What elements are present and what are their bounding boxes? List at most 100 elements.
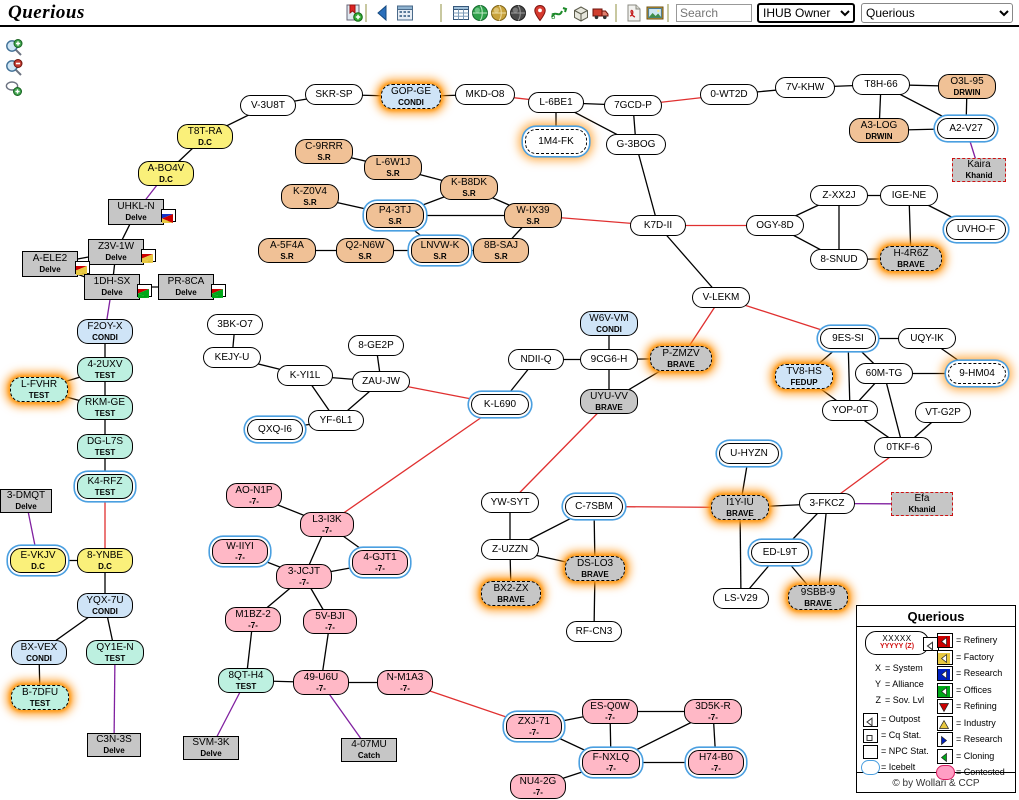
map-node-bx-vex[interactable]: BX-VEXCONDI bbox=[11, 640, 67, 665]
map-node-zau-jw[interactable]: ZAU-JW bbox=[352, 371, 410, 392]
map-node-3bk-o7[interactable]: 3BK-O7 bbox=[207, 314, 263, 335]
map-node-8qt-h4[interactable]: 8QT-H4TEST bbox=[218, 668, 274, 693]
map-node-qy1e-n[interactable]: QY1E-NTEST bbox=[86, 640, 144, 665]
search-input[interactable] bbox=[676, 4, 752, 22]
map-node-ed-l9t[interactable]: ED-L9T bbox=[751, 542, 809, 563]
station-service-flag-icon[interactable] bbox=[161, 209, 176, 222]
map-node-uvho-f[interactable]: UVHO-F bbox=[946, 219, 1006, 240]
map-node-k-yi1l[interactable]: K-YI1L bbox=[277, 365, 333, 386]
map-node-ige-ne[interactable]: IGE-NE bbox=[880, 185, 938, 206]
map-node-3d5k-r[interactable]: 3D5K-R-7- bbox=[684, 699, 742, 724]
map-node-9cg6-h[interactable]: 9CG6-H bbox=[580, 349, 638, 370]
map-node-yw-syt[interactable]: YW-SYT bbox=[481, 492, 539, 513]
map-node-8b-saj[interactable]: 8B-SAJS.R bbox=[473, 238, 529, 263]
map-node-z3v-1w[interactable]: Z3V-1WDelve bbox=[88, 239, 144, 265]
map-node-c3n-3s[interactable]: C3N-3SDelve bbox=[87, 733, 141, 757]
map-node-m1bz-2[interactable]: M1BZ-2-7- bbox=[225, 607, 281, 632]
map-node-t8h-66[interactable]: T8H-66 bbox=[852, 74, 910, 95]
globe-dark-icon[interactable] bbox=[509, 4, 527, 22]
map-node-zxj-71[interactable]: ZXJ-71-7- bbox=[506, 714, 562, 739]
map-node-yf-6l1[interactable]: YF-6L1 bbox=[308, 410, 364, 431]
map-node-a2-v27[interactable]: A2-V27 bbox=[937, 118, 995, 139]
map-node-rf-cn3[interactable]: RF-CN3 bbox=[566, 621, 622, 642]
map-node-9sbb-9[interactable]: 9SBB-9BRAVE bbox=[788, 585, 848, 610]
map-node-rkm-ge[interactable]: RKM-GETEST bbox=[77, 395, 133, 420]
map-node-5v-bji[interactable]: 5V-BJI-7- bbox=[303, 609, 357, 634]
map-pin-icon[interactable] bbox=[531, 4, 549, 22]
map-node-k-b8dk[interactable]: K-B8DKS.R bbox=[440, 175, 498, 200]
table-icon[interactable] bbox=[452, 4, 470, 22]
map-node-w-iiyi[interactable]: W-IIYI-7- bbox=[212, 539, 268, 564]
map-node-h-4r6z[interactable]: H-4R6ZBRAVE bbox=[880, 246, 942, 271]
map-node-lnvw-k[interactable]: LNVW-KS.R bbox=[411, 238, 469, 263]
map-node-pr-8ca[interactable]: PR-8CADelve bbox=[158, 274, 214, 300]
map-node-l-fvhr[interactable]: L-FVHRTEST bbox=[10, 377, 68, 402]
map-node-ao-n1p[interactable]: AO-N1P-7- bbox=[226, 483, 282, 508]
map-node-i1y-iu[interactable]: I1Y-IUBRAVE bbox=[711, 495, 769, 520]
map-node-h74-b0[interactable]: H74-B0-7- bbox=[688, 750, 744, 775]
map-node-0-wt2d[interactable]: 0-WT2D bbox=[700, 84, 758, 105]
map-node-f2oy-x[interactable]: F2OY-XCONDI bbox=[77, 319, 133, 344]
map-node-kejy-u[interactable]: KEJY-U bbox=[203, 347, 261, 368]
map-node-8-snud[interactable]: 8-SNUD bbox=[810, 249, 868, 270]
map-node-o3l-95[interactable]: O3L-95DRWIN bbox=[938, 74, 996, 99]
map-node-uyu-vv[interactable]: UYU-VVBRAVE bbox=[580, 389, 638, 414]
map-node-k-l690[interactable]: K-L690 bbox=[471, 394, 529, 415]
map-node-bx2-zx[interactable]: BX2-ZXBRAVE bbox=[481, 581, 541, 606]
add-bookmark-icon[interactable] bbox=[345, 4, 363, 22]
map-node-a-ele2[interactable]: A-ELE2Delve bbox=[22, 251, 78, 277]
map-node-yqx-7u[interactable]: YQX-7UCONDI bbox=[77, 593, 133, 618]
map-node-k-z0v4[interactable]: K-Z0V4S.R bbox=[281, 184, 339, 209]
map-node-w-ix39[interactable]: W-IX39S.R bbox=[504, 203, 562, 228]
map-node-a3-log[interactable]: A3-LOGDRWIN bbox=[849, 118, 909, 143]
map-node-c-9rrr[interactable]: C-9RRRS.R bbox=[295, 139, 353, 164]
package-icon[interactable] bbox=[572, 4, 590, 22]
map-node-kaira[interactable]: KairaKhanid bbox=[952, 158, 1006, 182]
map-node-ogy-8d[interactable]: OGY-8D bbox=[746, 215, 804, 236]
map-node-e-vkjv[interactable]: E-VKJVD.C bbox=[10, 548, 66, 573]
map-node-ndii-q[interactable]: NDII-Q bbox=[508, 349, 564, 370]
truck-icon[interactable] bbox=[592, 4, 610, 22]
map-node-7v-khw[interactable]: 7V-KHW bbox=[775, 77, 835, 98]
map-node-mkd-o8[interactable]: MKD-O8 bbox=[455, 84, 515, 105]
image-icon[interactable] bbox=[646, 4, 664, 22]
map-node-uqy-ik[interactable]: UQY-IK bbox=[898, 328, 956, 349]
map-node-a-5f4a[interactable]: A-5F4AS.R bbox=[258, 238, 316, 263]
map-node-3-fkcz[interactable]: 3-FKCZ bbox=[799, 493, 855, 514]
map-node-l-6be1[interactable]: L-6BE1 bbox=[528, 92, 584, 113]
map-node-es-q0w[interactable]: ES-Q0W-7- bbox=[582, 699, 638, 724]
map-node-z-uzzn[interactable]: Z-UZZN bbox=[481, 539, 539, 560]
map-node-f-nxlq[interactable]: F-NXLQ-7- bbox=[582, 750, 640, 775]
map-node-v-lekm[interactable]: V-LEKM bbox=[692, 287, 750, 308]
map-node-3-dmqt[interactable]: 3-DMQTDelve bbox=[0, 489, 52, 513]
station-service-flag-icon[interactable] bbox=[137, 284, 152, 297]
map-node-b-7dfu[interactable]: B-7DFUTEST bbox=[11, 685, 69, 710]
map-node-4-gjt1[interactable]: 4-GJT1-7- bbox=[352, 550, 408, 575]
station-service-flag-icon[interactable] bbox=[75, 261, 90, 274]
map-node-8-ge2p[interactable]: 8-GE2P bbox=[348, 335, 404, 356]
map-node-svm-3k[interactable]: SVM-3KDelve bbox=[183, 736, 239, 760]
map-node-skr-sp[interactable]: SKR-SP bbox=[305, 84, 363, 105]
map-node-k7d-ii[interactable]: K7D-II bbox=[630, 215, 686, 236]
station-service-flag-icon[interactable] bbox=[211, 284, 226, 297]
globe-green-icon[interactable] bbox=[471, 4, 489, 22]
map-node-1m4-fk[interactable]: 1M4-FK bbox=[525, 129, 587, 154]
map-node-8-ynbe[interactable]: 8-YNBED.C bbox=[77, 548, 133, 573]
map-node-p-zmzv[interactable]: P-ZMZVBRAVE bbox=[650, 346, 712, 371]
map-node-efa[interactable]: EfaKhanid bbox=[891, 492, 953, 516]
map-node-a-bo4v[interactable]: A-BO4VD.C bbox=[138, 161, 194, 186]
ihub-owner-select[interactable]: IHUB Owner bbox=[757, 3, 855, 23]
map-node-k4-rfz[interactable]: K4-RFZTEST bbox=[77, 474, 133, 499]
map-node-v-3u8t[interactable]: V-3U8T bbox=[240, 95, 296, 116]
map-node-l-6w1j[interactable]: L-6W1JS.R bbox=[364, 155, 422, 180]
map-node-qxq-i6[interactable]: QXQ-I6 bbox=[247, 419, 303, 440]
back-arrow-icon[interactable] bbox=[374, 4, 392, 22]
map-node-l3-i3k[interactable]: L3-I3K-7- bbox=[300, 512, 354, 537]
map-node-uhkl-n[interactable]: UHKL-NDelve bbox=[108, 199, 164, 225]
map-node-yop-0t[interactable]: YOP-0T bbox=[822, 400, 878, 421]
map-node-vt-g2p[interactable]: VT-G2P bbox=[915, 402, 971, 423]
map-node-7gcd-p[interactable]: 7GCD-P bbox=[604, 95, 662, 116]
pdf-icon[interactable] bbox=[625, 4, 643, 22]
map-node-gop-ge[interactable]: GOP-GECONDI bbox=[381, 84, 441, 109]
map-node-n-m1a3[interactable]: N-M1A3-7- bbox=[377, 670, 433, 695]
